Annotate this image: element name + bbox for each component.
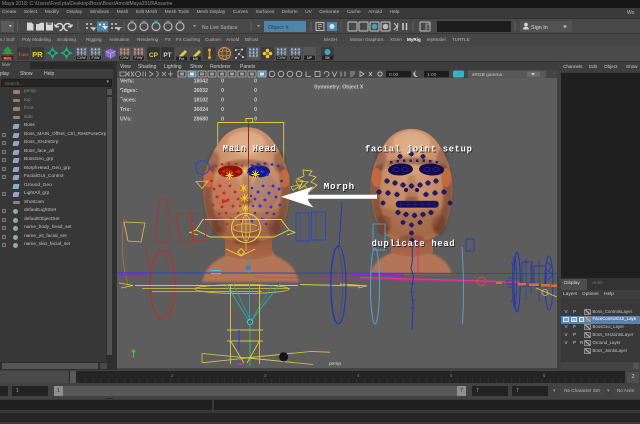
svg-text:Sign In: Sign In	[531, 25, 548, 31]
svg-text:36032: 36032	[194, 88, 209, 94]
svg-text:36024: 36024	[194, 107, 209, 113]
svg-text:UVs:: UVs:	[120, 117, 132, 123]
svg-text:Tris:: Tris:	[120, 107, 131, 113]
svg-text:Symmetry: Object X: Symmetry: Object X	[314, 85, 364, 91]
svg-text:Edges:: Edges:	[120, 88, 138, 94]
svg-text:Morph: Morph	[324, 181, 355, 192]
svg-text:CVW: CVW	[77, 56, 86, 60]
svg-text:28680: 28680	[194, 117, 209, 123]
svg-text:duplicate head: duplicate head	[372, 239, 456, 249]
svg-text:0: 0	[254, 107, 257, 113]
svg-text:Object X: Object X	[268, 25, 289, 31]
svg-text:NP: NP	[307, 56, 313, 60]
svg-text:sRGB gamma: sRGB gamma	[472, 72, 502, 78]
svg-text:CVW: CVW	[277, 56, 286, 60]
svg-text:facial joint setup: facial joint setup	[365, 145, 473, 155]
svg-text:PR: PR	[32, 50, 43, 59]
svg-text:1.00: 1.00	[427, 72, 437, 78]
svg-text:Verts:: Verts:	[120, 79, 135, 85]
svg-text:Faces:: Faces:	[120, 98, 137, 104]
svg-text:Pnt: Pnt	[179, 57, 184, 61]
svg-text:FVW: FVW	[292, 56, 301, 60]
svg-text:CP: CP	[149, 52, 159, 59]
svg-text:0: 0	[254, 117, 257, 123]
svg-text:MK: MK	[193, 57, 199, 61]
svg-text:SK: SK	[325, 56, 330, 60]
svg-text:0: 0	[221, 117, 224, 123]
svg-text:CVW: CVW	[120, 56, 129, 60]
svg-text:No Live Surface: No Live Surface	[202, 25, 238, 31]
svg-text:Face: Face	[19, 53, 30, 58]
svg-text:0: 0	[254, 79, 257, 85]
svg-text:persp: persp	[329, 361, 341, 367]
svg-text:0: 0	[221, 88, 224, 94]
svg-text:FVW: FVW	[135, 56, 144, 60]
svg-text:0: 0	[254, 98, 257, 104]
svg-text:PT: PT	[163, 52, 171, 59]
svg-text:0: 0	[254, 88, 257, 94]
svg-text:BBS: BBS	[3, 56, 11, 60]
svg-text:18042: 18042	[194, 79, 209, 85]
svg-text:Main Head: Main Head	[223, 144, 277, 154]
svg-text:0: 0	[221, 107, 224, 113]
svg-text:18102: 18102	[194, 98, 209, 104]
svg-text:0: 0	[221, 98, 224, 104]
svg-text:0: 0	[221, 79, 224, 85]
svg-text:FVW: FVW	[92, 56, 101, 60]
svg-text:0.00: 0.00	[389, 72, 399, 78]
